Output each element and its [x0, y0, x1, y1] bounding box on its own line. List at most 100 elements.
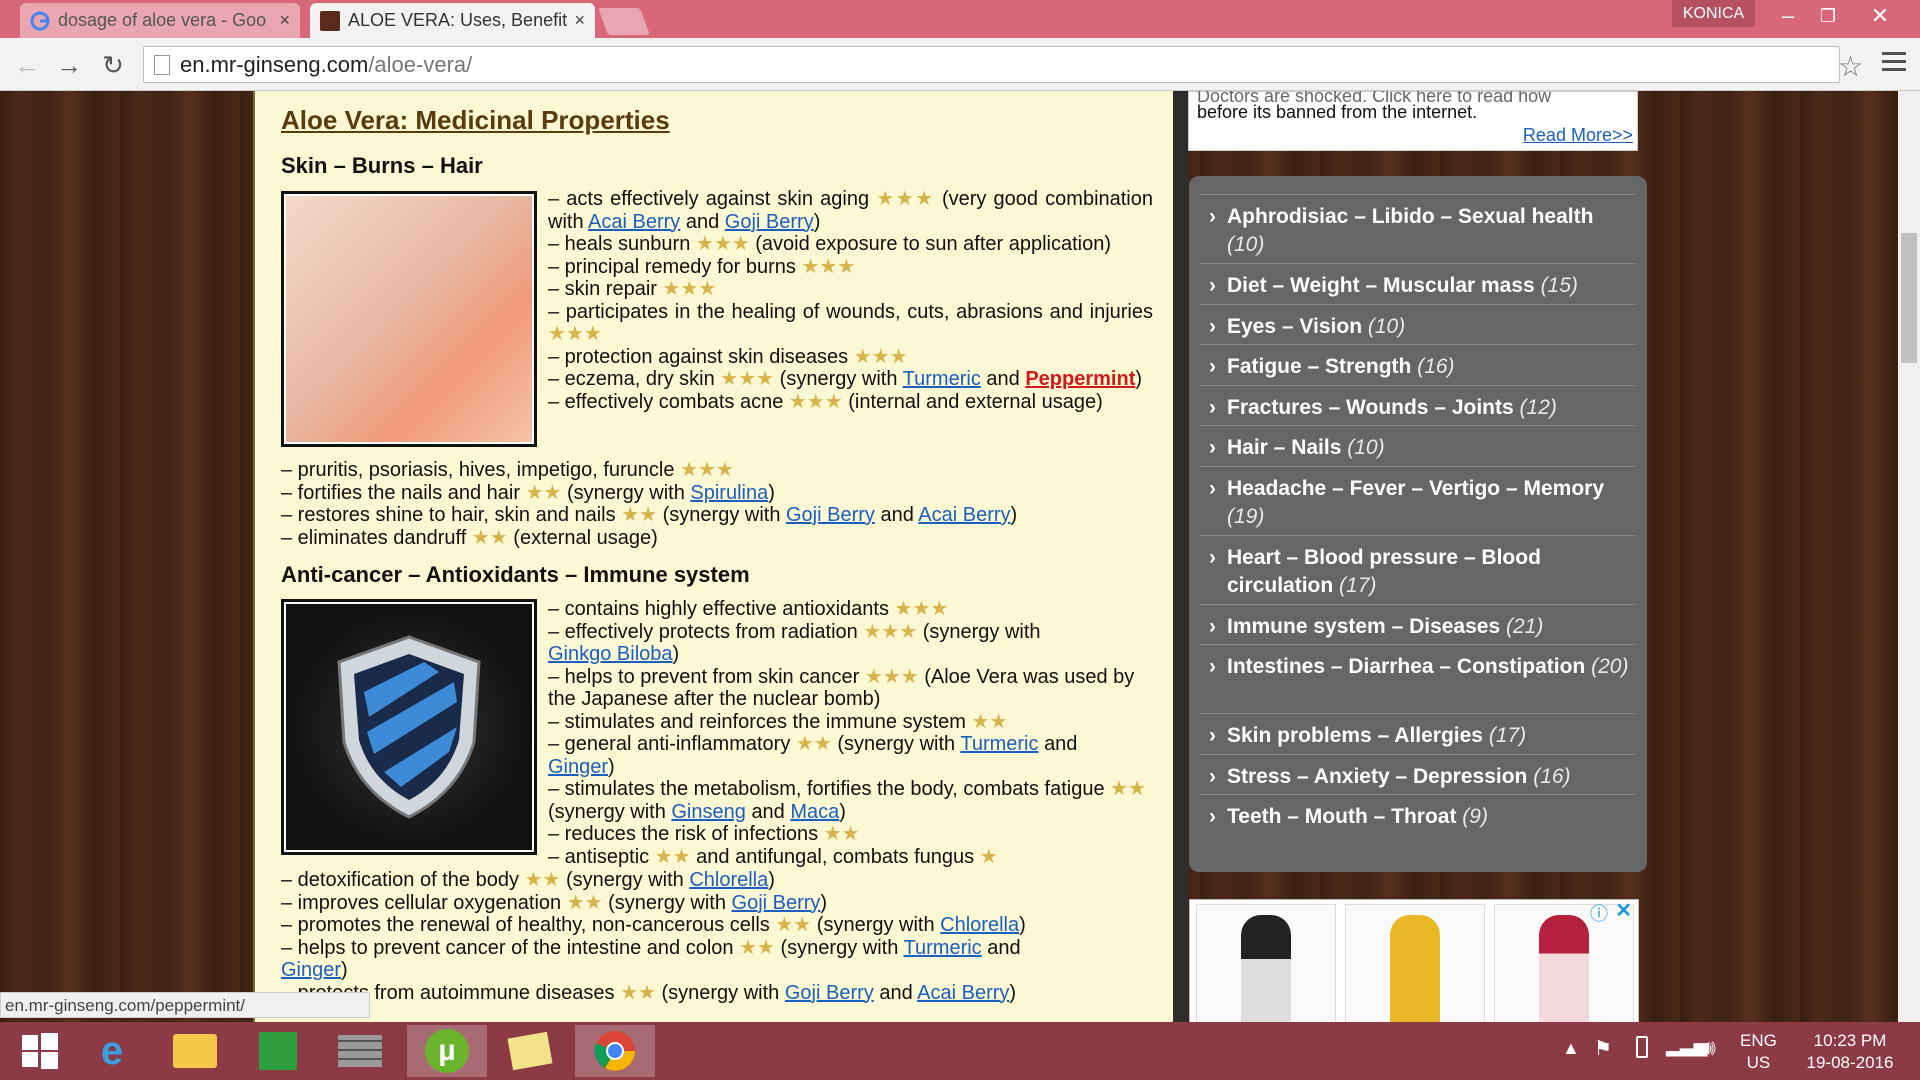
link-turmeric[interactable]: Turmeric: [903, 368, 981, 390]
chevron-right-icon: ›: [1209, 724, 1216, 747]
menu-icon[interactable]: [1882, 52, 1906, 76]
keyboard-region: US: [1746, 1053, 1771, 1072]
skin-benefits-list-cont: – pruritis, psoriasis, hives, impetigo, …: [281, 459, 1018, 549]
input-language[interactable]: ENG US: [1740, 1030, 1777, 1074]
dress-image[interactable]: [1494, 904, 1634, 1022]
link-goji-berry[interactable]: Goji Berry: [785, 982, 874, 1004]
brick-wall-icon: [338, 1035, 382, 1067]
anticancer-benefits-list: – contains highly effective antioxidants…: [548, 598, 1146, 868]
category-item[interactable]: › Intestines – Diarrhea – Constipation (2…: [1199, 644, 1635, 689]
link-ginger[interactable]: Ginger: [548, 756, 608, 778]
clock[interactable]: 10:23 PM 19-08-2016: [1790, 1030, 1910, 1074]
chrome-button[interactable]: [575, 1025, 655, 1077]
volume-icon[interactable]: 🔊︎: [1702, 1035, 1716, 1061]
link-chlorella[interactable]: Chlorella: [689, 869, 768, 891]
category-item[interactable]: › Diet – Weight – Muscular mass (15): [1199, 263, 1635, 308]
category-item[interactable]: › Heart – Blood pressure – Blood circulat…: [1199, 535, 1635, 608]
shield-icon: [337, 635, 481, 819]
chevron-right-icon: ›: [1209, 546, 1216, 569]
utorrent-button[interactable]: µ: [407, 1025, 487, 1077]
link-chlorella[interactable]: Chlorella: [940, 914, 1019, 936]
category-item[interactable]: › Hair – Nails (10): [1199, 425, 1635, 470]
ad-banner-dresses[interactable]: ⓘ ✕: [1189, 899, 1639, 1022]
action-center-flag-icon[interactable]: ⚑: [1594, 1036, 1612, 1061]
content-border: [1173, 91, 1188, 1022]
close-tab-icon[interactable]: ×: [574, 10, 585, 31]
start-button[interactable]: [0, 1025, 80, 1077]
vertical-scrollbar[interactable]: [1898, 91, 1920, 1022]
utorrent-icon: µ: [425, 1029, 469, 1073]
store-icon: [259, 1032, 297, 1070]
address-bar[interactable]: en.mr-ginseng.com/aloe-vera/: [143, 46, 1840, 83]
link-turmeric[interactable]: Turmeric: [904, 937, 982, 959]
category-item[interactable]: › Immune system – Diseases (21): [1199, 604, 1635, 649]
link-acai-berry[interactable]: Acai Berry: [918, 504, 1010, 526]
show-hidden-icons-icon[interactable]: ▲: [1562, 1038, 1580, 1059]
link-turmeric[interactable]: Turmeric: [960, 733, 1038, 755]
category-item[interactable]: › Teeth – Mouth – Throat (9): [1199, 794, 1635, 839]
firewall-app-button[interactable]: [320, 1025, 400, 1077]
link-peppermint[interactable]: Peppermint: [1025, 368, 1135, 390]
language-code: ENG: [1740, 1031, 1777, 1050]
section-title-anticancer: Anti-cancer – Antioxidants – Immune syst…: [281, 562, 750, 587]
close-window-icon[interactable]: ✕: [1860, 0, 1900, 32]
tab-aloe-vera[interactable]: ALOE VERA: Uses, Benefits ×: [310, 3, 595, 38]
notes-icon: [507, 1031, 553, 1071]
chrome-icon: [594, 1031, 635, 1071]
forward-icon[interactable]: →: [52, 48, 86, 82]
chevron-right-icon: ›: [1209, 436, 1216, 459]
anticancer-benefits-list-cont: – detoxification of the body ★★ (synergy…: [281, 869, 1026, 1004]
internet-explorer-button[interactable]: e: [72, 1025, 152, 1077]
ad-banner-top[interactable]: Doctors are shocked. Click here to read …: [1188, 91, 1638, 151]
chevron-right-icon: ›: [1209, 205, 1216, 228]
url-host: en.mr-ginseng.com: [180, 51, 369, 77]
link-acai-berry[interactable]: Acai Berry: [588, 211, 680, 233]
category-item[interactable]: › Headache – Fever – Vertigo – Memory (19…: [1199, 466, 1635, 539]
read-more-link[interactable]: Read More>>: [1523, 125, 1633, 146]
folder-icon: [173, 1034, 217, 1068]
restore-icon[interactable]: ❐: [1808, 0, 1848, 32]
battery-icon[interactable]: [1636, 1036, 1648, 1058]
ad-info-icon[interactable]: ⓘ: [1590, 900, 1608, 926]
status-bar-url: en.mr-ginseng.com/peppermint/: [0, 992, 370, 1018]
link-ginseng[interactable]: Ginseng: [671, 801, 746, 823]
dress-image[interactable]: [1196, 904, 1336, 1022]
chevron-right-icon: ›: [1209, 655, 1216, 678]
link-spirulina[interactable]: Spirulina: [690, 482, 768, 504]
chevron-right-icon: ›: [1209, 765, 1216, 788]
link-maca[interactable]: Maca: [790, 801, 839, 823]
link-goji-berry[interactable]: Goji Berry: [786, 504, 875, 526]
ad-close-icon[interactable]: ✕: [1615, 898, 1632, 923]
category-item[interactable]: › Fractures – Wounds – Joints (12): [1199, 385, 1635, 430]
reload-icon[interactable]: ↻: [96, 48, 130, 82]
ad-text: before its banned from the internet.: [1197, 102, 1478, 122]
category-item[interactable]: › Eyes – Vision (10): [1199, 304, 1635, 349]
dress-image[interactable]: [1345, 904, 1485, 1022]
back-icon[interactable]: ←: [10, 48, 44, 82]
close-tab-icon[interactable]: ×: [279, 10, 290, 31]
chevron-right-icon: ›: [1209, 355, 1216, 378]
link-goji-berry[interactable]: Goji Berry: [732, 892, 821, 914]
link-ginger[interactable]: Ginger: [281, 959, 341, 981]
chevron-right-icon: ›: [1209, 274, 1216, 297]
chevron-right-icon: ›: [1209, 315, 1216, 338]
category-item[interactable]: › Fatigue – Strength (16): [1199, 344, 1635, 389]
chevron-right-icon: ›: [1209, 396, 1216, 419]
new-tab-button[interactable]: [598, 8, 650, 35]
category-item[interactable]: › Skin problems – Allergies (17): [1199, 713, 1635, 758]
notes-app-button[interactable]: [490, 1025, 570, 1077]
face-flower-image: [281, 191, 537, 447]
category-item[interactable]: › Aphrodisiac – Libido – Sexual health (1…: [1199, 194, 1635, 267]
link-acai-berry[interactable]: Acai Berry: [917, 982, 1009, 1004]
file-explorer-button[interactable]: [155, 1025, 235, 1077]
bookmark-star-icon[interactable]: ☆: [1838, 50, 1863, 83]
link-goji-berry[interactable]: Goji Berry: [725, 211, 814, 233]
store-button[interactable]: [238, 1025, 318, 1077]
category-item[interactable]: › Stress – Anxiety – Depression (16): [1199, 754, 1635, 799]
profile-badge[interactable]: KONICA: [1672, 0, 1755, 27]
url-path: /aloe-vera/: [368, 51, 473, 77]
tab-google-search[interactable]: dosage of aloe vera - Goo ×: [20, 3, 300, 38]
link-ginkgo-biloba[interactable]: Ginkgo Biloba: [548, 643, 673, 665]
minimize-icon[interactable]: –: [1768, 0, 1808, 32]
scrollbar-thumb[interactable]: [1901, 233, 1917, 363]
